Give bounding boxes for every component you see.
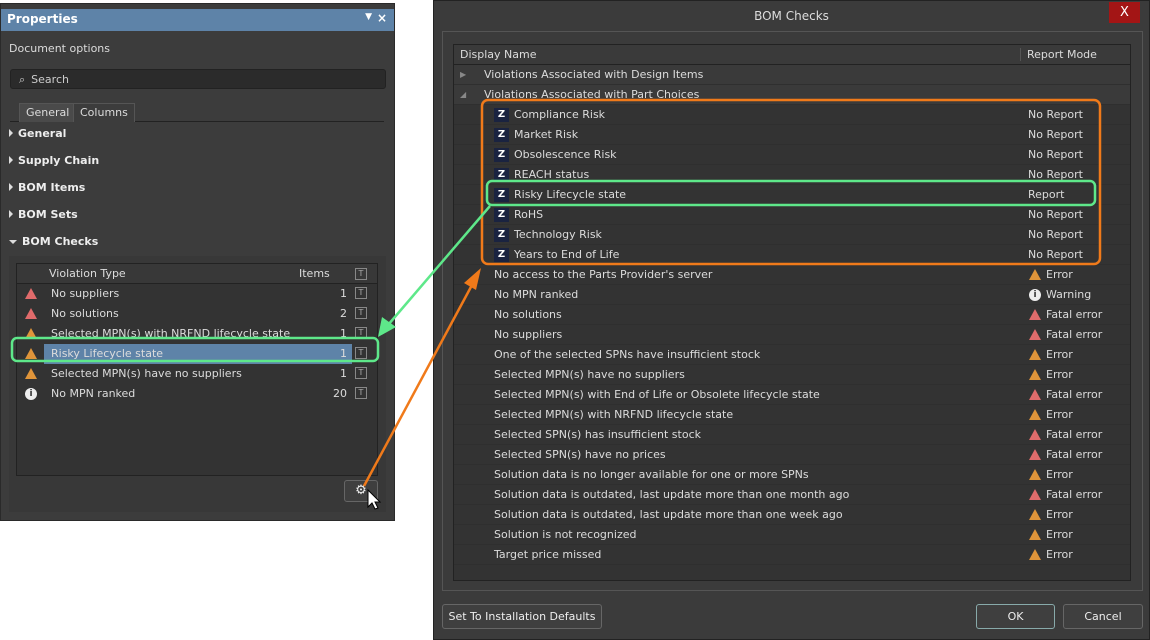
green-highlight-box — [485, 179, 1097, 207]
orange-arrowhead — [464, 268, 481, 290]
green-arrow — [387, 205, 491, 326]
annotation-overlay — [10, 98, 1102, 510]
mouse-cursor-icon — [367, 488, 382, 510]
orange-arrow — [362, 284, 474, 487]
green-highlight-row — [10, 336, 380, 363]
